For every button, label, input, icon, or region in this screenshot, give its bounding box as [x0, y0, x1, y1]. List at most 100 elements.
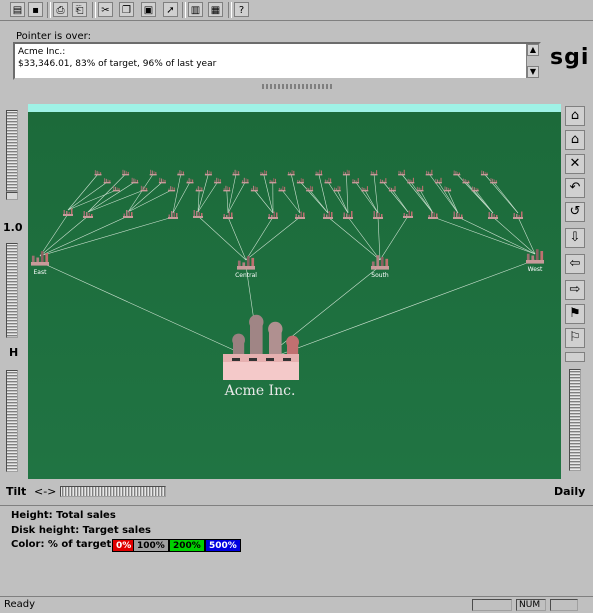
pane-splitter[interactable] — [262, 84, 332, 89]
tree-node-level3[interactable] — [343, 170, 350, 176]
tree-node-level3[interactable] — [453, 171, 460, 176]
root-node[interactable] — [223, 315, 299, 380]
tree-link — [458, 217, 535, 254]
back-icon[interactable]: ↶ — [565, 178, 585, 198]
tree-node-level3[interactable] — [334, 186, 341, 192]
tree-node-level3[interactable] — [177, 170, 184, 175]
tree-node-level3[interactable] — [214, 178, 221, 184]
tree-node-level3[interactable] — [260, 170, 267, 175]
tree-node-level3[interactable] — [407, 178, 414, 184]
layout-icon[interactable]: ▥ — [188, 2, 203, 17]
rotate-icon[interactable]: ↺ — [565, 202, 585, 222]
tree-node-level3[interactable] — [315, 170, 322, 176]
cut-icon[interactable]: ✂ — [98, 2, 113, 17]
tree-node-level1[interactable] — [31, 251, 49, 265]
right-arrow-icon[interactable]: ⇨ — [565, 280, 585, 300]
scroll-down-icon[interactable]: ▼ — [527, 66, 539, 78]
print-icon[interactable]: ⎙ — [53, 2, 68, 17]
tree-node-level3[interactable] — [398, 170, 405, 176]
tree-link — [227, 190, 228, 213]
tree-node-level3[interactable] — [288, 170, 295, 175]
tree-node-level3[interactable] — [251, 186, 258, 192]
paste-icon[interactable]: ▣ — [141, 2, 156, 17]
scale-slider-thumb[interactable] — [6, 192, 18, 200]
tree-node-level3[interactable] — [141, 186, 148, 192]
tree-node-level3[interactable] — [95, 170, 102, 175]
grid-icon[interactable]: ✕ — [565, 154, 585, 174]
tree-node-level3[interactable] — [389, 186, 396, 191]
tree-node-level3[interactable] — [233, 170, 240, 176]
tree-link — [88, 182, 135, 212]
hover-scrollbar[interactable]: ▲ ▼ — [526, 44, 539, 78]
num-indicator: NUM — [516, 599, 546, 611]
tree-node-level3[interactable] — [113, 186, 120, 191]
toolbar: ▤ ▪ ⎙ ⎗ ✂ ❐ ▣ ➚ ▥ ▦ ? — [0, 0, 593, 21]
tree-node-level3[interactable] — [371, 170, 378, 175]
tree-node-level3[interactable] — [205, 170, 212, 175]
tree-node-level3[interactable] — [168, 186, 175, 191]
tree-node-level3[interactable] — [297, 178, 304, 183]
tree-node-level3[interactable] — [223, 186, 230, 192]
tree-node-level3[interactable] — [417, 186, 424, 192]
tree-node-level3[interactable] — [122, 170, 129, 176]
tree-node-level3[interactable] — [481, 171, 488, 176]
tree-node-level3[interactable] — [444, 187, 451, 192]
open-icon[interactable]: ▤ — [10, 2, 25, 17]
tree-node-level3[interactable] — [131, 178, 138, 184]
hover-line-2: $33,346.01, 83% of target, 96% of last y… — [18, 58, 536, 70]
tree-node-level3[interactable] — [187, 178, 194, 183]
tree-node-level3[interactable] — [325, 178, 332, 184]
left-arrow-icon[interactable]: ⇦ — [565, 254, 585, 274]
tree-node-level3[interactable] — [159, 178, 166, 184]
print-setup-icon[interactable]: ⎗ — [72, 2, 87, 17]
tree-node-level2[interactable] — [123, 210, 133, 218]
scale-value: 1.0 — [3, 221, 23, 234]
zoom-wheel[interactable] — [569, 369, 581, 471]
tree-node-level3[interactable] — [150, 170, 157, 176]
window-icon[interactable]: ▦ — [208, 2, 223, 17]
tree-link — [420, 190, 433, 213]
tree-node-level3[interactable] — [279, 186, 286, 191]
tilt-wheel[interactable] — [60, 486, 166, 497]
home-icon[interactable]: ⌂ — [565, 106, 585, 126]
scroll-up-icon[interactable]: ▲ — [527, 44, 539, 56]
tree-node-level3[interactable] — [306, 186, 313, 192]
height-slider[interactable] — [6, 243, 18, 338]
tree-link — [246, 217, 273, 260]
down-arrow-icon[interactable]: ⇩ — [565, 228, 585, 248]
help-icon[interactable]: ? — [234, 2, 249, 17]
tree-node-level3[interactable] — [196, 186, 203, 191]
scale-slider[interactable] — [6, 110, 18, 192]
tilt-bar: Tilt <-> Daily — [0, 484, 593, 500]
flag-back-icon[interactable]: ⚐ — [565, 328, 585, 348]
tree-node-level3[interactable] — [490, 178, 497, 183]
tree-node-level3[interactable] — [472, 187, 479, 192]
tree-node-level1[interactable] — [237, 256, 255, 270]
tree-node-level3[interactable] — [104, 178, 111, 183]
tree-node-level3[interactable] — [435, 178, 442, 184]
3d-viewport[interactable]: Acme Inc. East Central South West — [28, 104, 561, 479]
tree-node-level3[interactable] — [426, 170, 433, 176]
export-icon[interactable]: ➚ — [163, 2, 178, 17]
tree-node-level3[interactable] — [242, 178, 249, 184]
tree-node-level3[interactable] — [361, 186, 368, 191]
legend-color: Color: % of target — [11, 539, 111, 550]
legend-chip-0: 0% — [112, 539, 135, 552]
toolbar-separator — [182, 2, 186, 18]
tree-node-level3[interactable] — [269, 178, 276, 183]
home-set-icon[interactable]: ⌂ — [565, 130, 585, 150]
save-icon[interactable]: ▪ — [28, 2, 43, 17]
tree-node-level3[interactable] — [463, 179, 470, 184]
tree-node-level2[interactable] — [83, 211, 93, 218]
tree-node-level3[interactable] — [380, 178, 387, 183]
tree-node-level3[interactable] — [352, 178, 359, 183]
tree-node-level2[interactable] — [488, 212, 498, 219]
flag-icon[interactable]: ⚑ — [565, 304, 585, 324]
tree-node-level1[interactable] — [526, 249, 544, 263]
status-bar: Ready NUM — [0, 596, 593, 613]
height-wheel[interactable] — [6, 370, 18, 472]
copy-icon[interactable]: ❐ — [119, 2, 134, 17]
up-icon[interactable] — [565, 352, 585, 362]
hover-line-1: Acme Inc.: — [18, 46, 536, 58]
tree-link — [484, 174, 518, 213]
